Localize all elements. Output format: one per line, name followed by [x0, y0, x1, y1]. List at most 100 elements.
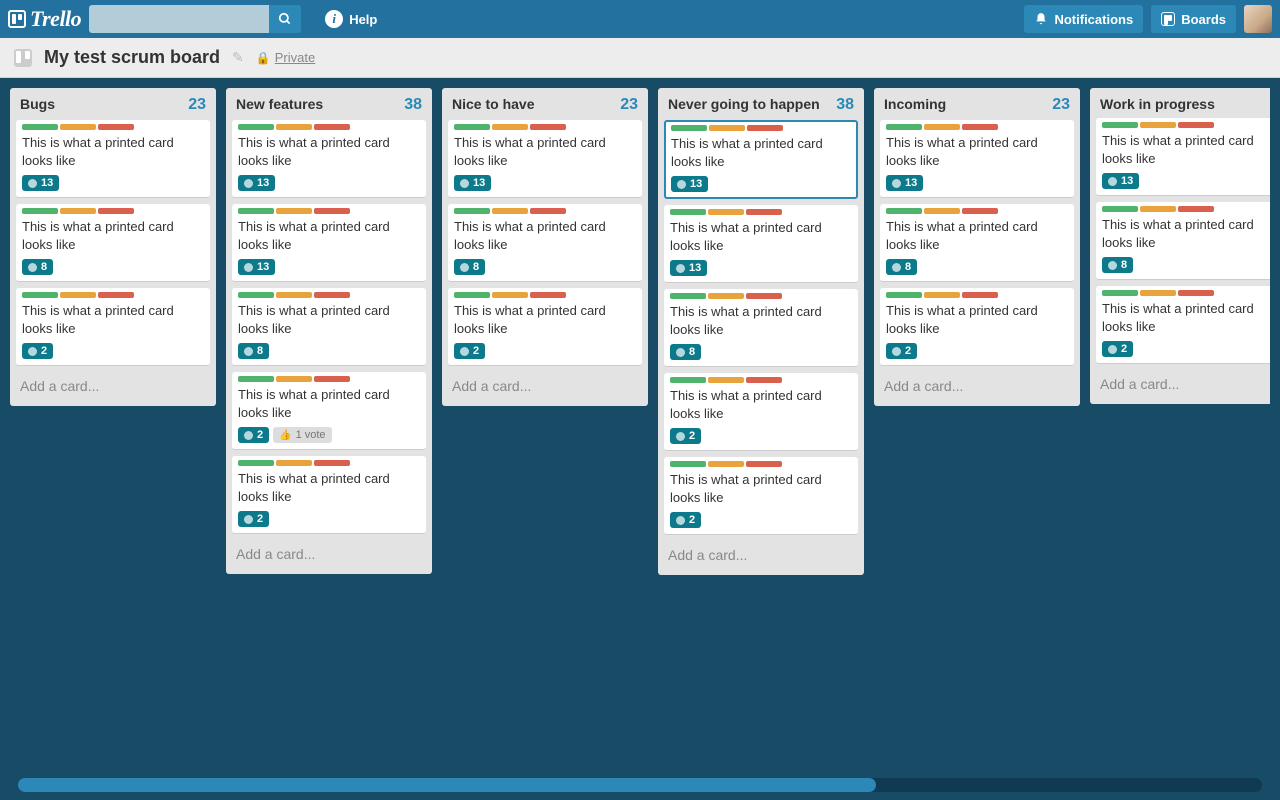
card-text: This is what a printed card looks like	[886, 134, 1068, 169]
lists-container: Bugs23This is what a printed card looks …	[10, 88, 1270, 782]
card[interactable]: This is what a printed card looks like13	[16, 120, 210, 198]
card-badges: 2	[886, 343, 1068, 359]
points-badge: 2	[670, 428, 701, 444]
card[interactable]: This is what a printed card looks like8	[1096, 202, 1270, 280]
card[interactable]: This is what a printed card looks like8	[16, 204, 210, 282]
list-header[interactable]: Never going to happen38	[664, 94, 858, 120]
task-icon	[244, 431, 253, 440]
label-orange	[276, 124, 312, 130]
card[interactable]: This is what a printed card looks like13	[1096, 118, 1270, 196]
label-red	[314, 460, 350, 466]
boards-label: Boards	[1181, 12, 1226, 27]
card[interactable]: This is what a printed card looks like13	[232, 120, 426, 198]
points-badge: 8	[670, 344, 701, 360]
list-header[interactable]: New features38	[232, 94, 426, 120]
card[interactable]: This is what a printed card looks like13	[880, 120, 1074, 198]
task-icon	[1108, 345, 1117, 354]
card[interactable]: This is what a printed card looks like13	[664, 120, 858, 199]
list: New features38This is what a printed car…	[226, 88, 432, 574]
card-text: This is what a printed card looks like	[238, 470, 420, 505]
card[interactable]: This is what a printed card looks like2👍…	[232, 372, 426, 450]
list-header[interactable]: Bugs23	[16, 94, 210, 120]
logo-text: Trello	[30, 6, 81, 32]
label-red	[314, 124, 350, 130]
label-orange	[276, 460, 312, 466]
list-count: 23	[620, 96, 638, 114]
add-card-link[interactable]: Add a card...	[16, 372, 210, 400]
task-icon	[1108, 261, 1117, 270]
card[interactable]: This is what a printed card looks like2	[1096, 286, 1270, 364]
card[interactable]: This is what a printed card looks like 2	[664, 373, 858, 451]
task-icon	[244, 347, 253, 356]
card[interactable]: This is what a printed card looks like8	[664, 289, 858, 367]
add-card-link[interactable]: Add a card...	[448, 372, 642, 400]
task-icon	[28, 179, 37, 188]
list-count: 38	[404, 96, 422, 114]
list-header[interactable]: Work in progress	[1096, 94, 1270, 118]
search-icon	[278, 12, 292, 26]
points-value: 13	[257, 177, 269, 189]
card[interactable]: This is what a printed card looks like13	[664, 205, 858, 283]
help-link[interactable]: i Help	[325, 10, 377, 28]
label-red	[98, 124, 134, 130]
list: Incoming23This is what a printed card lo…	[874, 88, 1080, 406]
task-icon	[676, 348, 685, 357]
card-labels	[670, 377, 852, 383]
card[interactable]: This is what a printed card looks like13	[448, 120, 642, 198]
label-green	[670, 209, 706, 215]
points-value: 8	[905, 261, 911, 273]
card-text: This is what a printed card looks like	[670, 387, 852, 422]
card[interactable]: This is what a printed card looks like2	[664, 457, 858, 535]
user-avatar[interactable]	[1244, 5, 1272, 33]
card[interactable]: This is what a printed card looks like8	[880, 204, 1074, 282]
card-text: This is what a printed card looks like	[454, 302, 636, 337]
card-labels	[886, 124, 1068, 130]
privacy-toggle[interactable]: 🔒 Private	[256, 50, 315, 65]
label-orange	[924, 208, 960, 214]
add-card-link[interactable]: Add a card...	[664, 541, 858, 569]
card[interactable]: This is what a printed card looks like2	[448, 288, 642, 366]
label-orange	[60, 124, 96, 130]
card-badges: 13	[238, 175, 420, 191]
boards-button[interactable]: Boards	[1151, 5, 1236, 33]
task-icon	[244, 179, 253, 188]
pencil-icon[interactable]: ✎	[232, 49, 244, 66]
card[interactable]: This is what a printed card looks like2	[16, 288, 210, 366]
points-badge: 13	[454, 175, 491, 191]
card[interactable]: This is what a printed card looks like2	[232, 456, 426, 534]
label-orange	[708, 377, 744, 383]
card[interactable]: This is what a printed card looks like8	[448, 204, 642, 282]
label-green	[22, 124, 58, 130]
notifications-button[interactable]: Notifications	[1024, 5, 1143, 33]
card-badges: 8	[22, 259, 204, 275]
search-input[interactable]	[89, 5, 269, 33]
list: Bugs23This is what a printed card looks …	[10, 88, 216, 406]
search-button[interactable]	[269, 5, 301, 33]
cards: This is what a printed card looks like13…	[448, 120, 642, 372]
horizontal-scrollbar[interactable]	[18, 778, 1262, 792]
add-card-link[interactable]: Add a card...	[880, 372, 1074, 400]
label-green	[886, 292, 922, 298]
card[interactable]: This is what a printed card looks like8	[232, 288, 426, 366]
card-text: This is what a printed card looks like	[238, 302, 420, 337]
points-badge: 2	[22, 343, 53, 359]
add-card-link[interactable]: Add a card...	[1096, 370, 1270, 398]
points-value: 13	[690, 178, 702, 190]
list-title: Nice to have	[452, 96, 620, 112]
scrollbar-thumb[interactable]	[18, 778, 876, 792]
task-icon	[460, 263, 469, 272]
card[interactable]: This is what a printed card looks like2	[880, 288, 1074, 366]
card[interactable]: This is what a printed card looks like13	[232, 204, 426, 282]
add-card-link[interactable]: Add a card...	[232, 540, 426, 568]
list-count: 23	[1052, 96, 1070, 114]
list-title: New features	[236, 96, 404, 112]
list-header[interactable]: Incoming23	[880, 94, 1074, 120]
logo[interactable]: Trello	[8, 6, 81, 32]
board-title[interactable]: My test scrum board	[44, 47, 220, 68]
points-value: 8	[689, 346, 695, 358]
points-value: 13	[473, 177, 485, 189]
list-header[interactable]: Nice to have23	[448, 94, 642, 120]
task-icon	[676, 516, 685, 525]
label-red	[1178, 122, 1214, 128]
list-count: 38	[836, 96, 854, 114]
